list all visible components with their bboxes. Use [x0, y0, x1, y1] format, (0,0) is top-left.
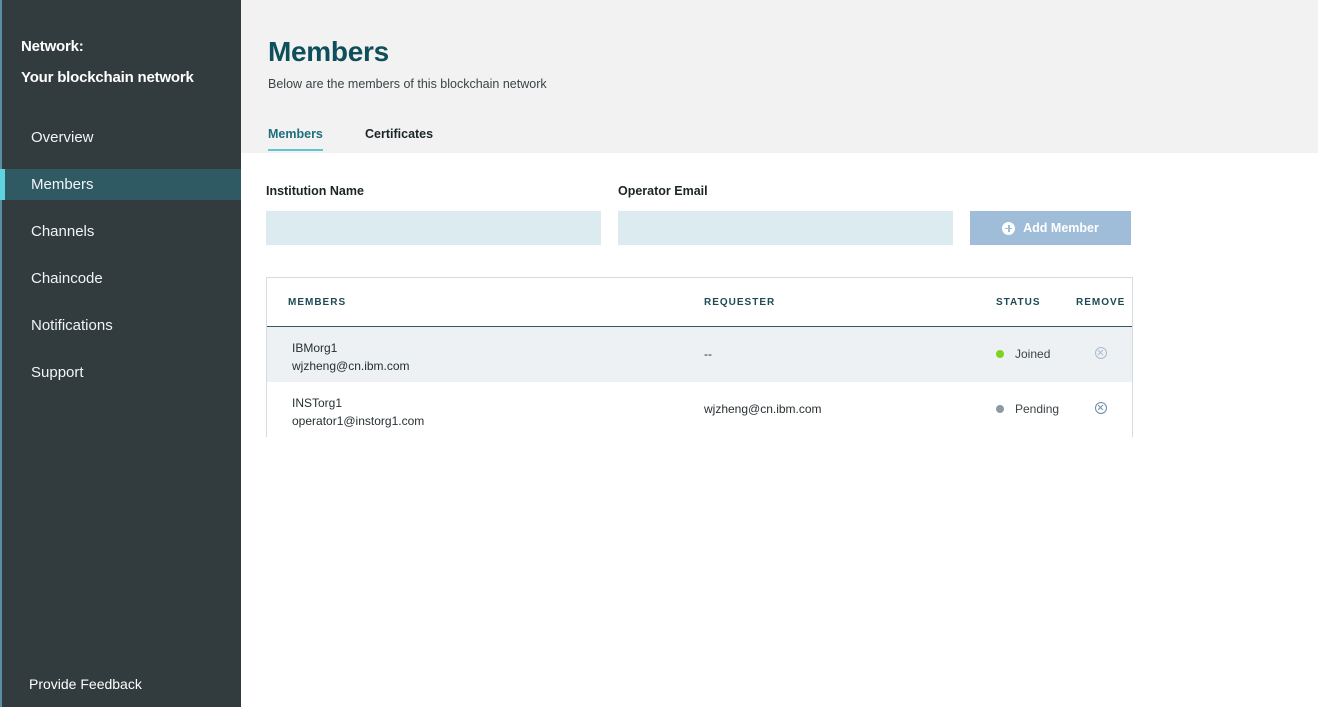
sidebar-item-members[interactable]: Members — [0, 169, 241, 200]
page-title: Members — [268, 36, 389, 67]
requester-cell: wjzheng@cn.ibm.com — [704, 402, 822, 416]
network-name: Your blockchain network — [21, 69, 194, 86]
table-row: IBMorg1 wjzheng@cn.ibm.com -- Joined — [267, 327, 1132, 382]
sidebar-item-chaincode[interactable]: Chaincode — [2, 263, 241, 294]
sidebar-item-support[interactable]: Support — [2, 357, 241, 388]
institution-name-input[interactable] — [266, 211, 601, 245]
tab-members[interactable]: Members — [268, 127, 323, 151]
table-row: INSTorg1 operator1@instorg1.com wjzheng@… — [267, 382, 1132, 437]
members-table: MEMBERS REQUESTER STATUS REMOVE IBMorg1 … — [266, 277, 1133, 437]
remove-icon[interactable] — [1095, 347, 1107, 359]
member-cell: INSTorg1 operator1@instorg1.com — [292, 394, 424, 430]
plus-circle-icon — [1002, 221, 1016, 235]
sidebar-item-channels[interactable]: Channels — [2, 216, 241, 247]
status-cell: Pending — [996, 402, 1059, 416]
sidebar-item-overview[interactable]: Overview — [2, 122, 241, 153]
sidebar-nav: Overview Members Channels Chaincode Noti… — [0, 122, 241, 404]
column-header-members: MEMBERS — [288, 297, 347, 308]
status-text: Pending — [1015, 402, 1060, 416]
status-dot-icon — [996, 405, 1004, 413]
column-header-status: STATUS — [996, 297, 1041, 308]
tab-certificates[interactable]: Certificates — [365, 127, 433, 149]
member-name: IBMorg1 — [292, 341, 338, 355]
operator-email-input[interactable] — [618, 211, 953, 245]
requester-cell: -- — [704, 347, 712, 361]
page-header: Members Below are the members of this bl… — [241, 0, 1318, 153]
institution-name-label: Institution Name — [266, 184, 364, 198]
provide-feedback-link[interactable]: Provide Feedback — [29, 676, 142, 692]
member-cell: IBMorg1 wjzheng@cn.ibm.com — [292, 339, 410, 375]
sidebar-item-notifications[interactable]: Notifications — [2, 310, 241, 341]
page-subtitle: Below are the members of this blockchain… — [268, 77, 547, 91]
column-header-remove: REMOVE — [1076, 297, 1126, 308]
sidebar: Network: Your blockchain network Overvie… — [0, 0, 241, 707]
table-header: MEMBERS REQUESTER STATUS REMOVE — [267, 278, 1132, 327]
member-email: wjzheng@cn.ibm.com — [292, 359, 410, 373]
member-email: operator1@instorg1.com — [292, 414, 425, 428]
add-member-label: Add Member — [1023, 221, 1099, 235]
status-text: Joined — [1015, 347, 1051, 361]
column-header-requester: REQUESTER — [704, 297, 776, 308]
status-dot-icon — [996, 350, 1004, 358]
remove-icon[interactable] — [1095, 402, 1107, 414]
member-name: INSTorg1 — [292, 396, 343, 410]
network-label: Network: — [21, 38, 84, 55]
add-member-button[interactable]: Add Member — [970, 211, 1131, 245]
status-cell: Joined — [996, 347, 1050, 361]
operator-email-label: Operator Email — [618, 184, 708, 198]
